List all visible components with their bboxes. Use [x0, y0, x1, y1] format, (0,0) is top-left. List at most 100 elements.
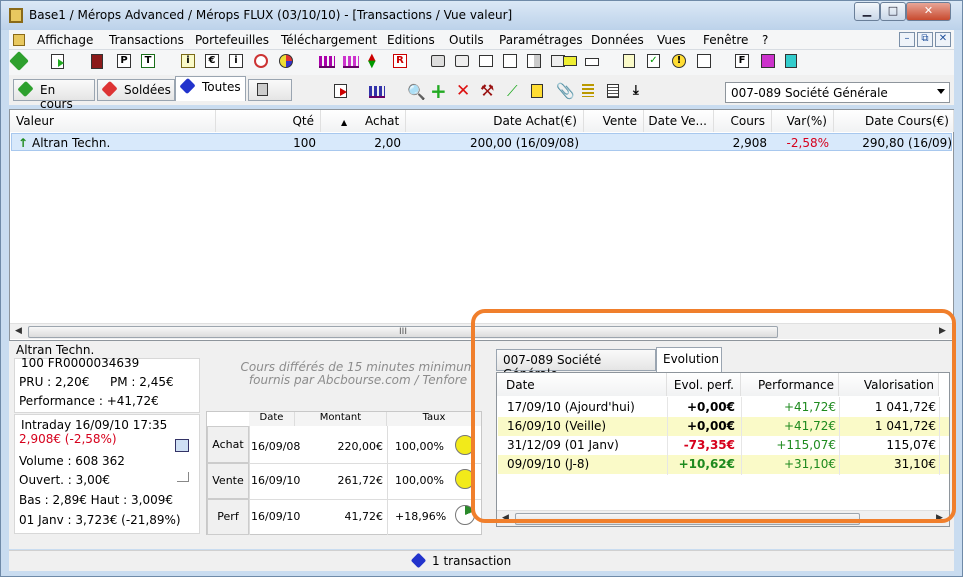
col-valeur[interactable]: Valeur	[10, 110, 216, 132]
summary-header-montant: Montant	[295, 412, 387, 426]
hammer-icon[interactable]: ⚒	[480, 81, 494, 100]
menu-transactions[interactable]: Transactions	[109, 33, 184, 47]
detail-volume: Volume : 608 362	[19, 454, 125, 468]
col-date-achat[interactable]: Date Achat(€)	[406, 110, 584, 132]
transactions-grid: Valeur Qté ▲ Achat Date Achat(€) Vente D…	[9, 109, 954, 341]
calculator-icon[interactable]	[785, 54, 797, 68]
menu-donnees[interactable]: Données	[591, 33, 644, 47]
tab-trash[interactable]	[248, 79, 292, 101]
detail-price: 2,908€ (-2,58%)	[19, 432, 117, 446]
col-achat[interactable]: ▲ Achat	[321, 110, 406, 132]
f-icon[interactable]: F	[735, 54, 749, 68]
add-icon[interactable]: +	[430, 79, 447, 103]
align-icon[interactable]	[582, 84, 594, 97]
warning-icon[interactable]: !	[672, 54, 686, 68]
mdi-minimize-button[interactable]: –	[899, 32, 915, 47]
portfolio-select[interactable]: 007-089 Société Générale	[725, 82, 950, 103]
search-icon[interactable]: 🔍	[407, 83, 426, 101]
summary-cell-date: 16/09/10	[251, 474, 301, 487]
menu-editions[interactable]: Editions	[387, 33, 435, 47]
highlight-callout	[471, 309, 956, 523]
highlight-icon[interactable]	[563, 56, 577, 66]
print-list-icon[interactable]	[479, 55, 493, 67]
info-black-icon[interactable]: i	[229, 54, 243, 68]
menu-fenetre[interactable]: Fenêtre	[703, 33, 748, 47]
cell-achat: 2,00	[374, 136, 401, 150]
menu-affichage[interactable]: Affichage	[37, 33, 93, 47]
pie-chart-icon[interactable]	[279, 54, 293, 68]
col-achat-label: Achat	[364, 114, 400, 128]
magenta-square-icon[interactable]	[761, 54, 775, 68]
col-date-cours[interactable]: Date Cours(€)	[834, 110, 954, 132]
menu-portefeuilles[interactable]: Portefeuilles	[195, 33, 269, 47]
col-vente[interactable]: Vente	[584, 110, 644, 132]
menu-vues[interactable]: Vues	[657, 33, 686, 47]
bar-chart-alt-icon[interactable]	[343, 56, 359, 68]
book-icon[interactable]	[91, 54, 103, 69]
detail-isin: 100 FR0000034639	[21, 356, 140, 370]
col-var[interactable]: Var(%)	[772, 110, 834, 132]
p-icon[interactable]: P	[117, 54, 131, 68]
columns-icon[interactable]	[527, 54, 541, 68]
tab-toutes[interactable]: Toutes	[175, 76, 246, 101]
checklist-icon[interactable]: ✓	[647, 54, 660, 68]
tab-soldees[interactable]: Soldées	[97, 79, 175, 101]
summary-row-label: Vente	[207, 463, 249, 499]
clock-icon[interactable]	[254, 54, 268, 68]
toolbar: P T i € i ▲ ▼ R ✓ ! F	[9, 50, 954, 75]
resize-icon[interactable]	[177, 472, 189, 482]
document-icon[interactable]	[503, 54, 517, 68]
detail-janv: 01 Janv : 3,723€ (-21,89%)	[19, 513, 181, 527]
report-icon[interactable]	[607, 84, 619, 98]
list-icon[interactable]	[697, 54, 711, 68]
delete-icon[interactable]: ✕	[456, 81, 470, 101]
export-icon[interactable]	[51, 54, 64, 69]
stamp-icon[interactable]	[585, 58, 599, 66]
summary-cell-date: 16/09/10	[251, 510, 301, 523]
note-icon[interactable]	[531, 84, 543, 98]
detail-intraday: Intraday 16/09/10 17:35	[21, 418, 168, 432]
attachment-icon[interactable]: 📎	[556, 82, 575, 100]
tab-en-cours[interactable]: En cours	[13, 79, 95, 111]
table-row[interactable]: ↑ Altran Techn. 100 2,00 200,00 (16/09/0…	[11, 133, 952, 151]
tag-icon[interactable]	[9, 51, 29, 71]
col-qte[interactable]: Qté	[216, 110, 321, 132]
notes-icon[interactable]	[623, 54, 635, 68]
bar-chart-icon[interactable]	[319, 56, 335, 68]
download-icon[interactable]: ⤓	[633, 83, 639, 98]
col-cours[interactable]: Cours	[714, 110, 772, 132]
up-down-icon[interactable]: ▲ ▼	[368, 53, 382, 70]
status-text: 1 transaction	[432, 554, 512, 568]
delay-notice-line1: Cours différés de 15 minutes minimum	[240, 360, 476, 374]
refresh-icon[interactable]	[175, 439, 189, 452]
trend-icon[interactable]: ⟋	[507, 82, 518, 100]
cell-var: -2,58%	[786, 136, 829, 150]
menu-outils[interactable]: Outils	[449, 33, 484, 47]
app-icon	[9, 8, 23, 23]
export-action-icon[interactable]	[334, 84, 347, 98]
close-button[interactable]: ✕	[906, 2, 951, 21]
menu-parametrages[interactable]: Paramétrages	[499, 33, 583, 47]
chart-action-icon[interactable]	[369, 86, 385, 98]
tab-soldees-label: Soldées	[124, 83, 171, 97]
title-bar: Base1 / Mérops Advanced / Mérops FLUX (0…	[1, 1, 962, 30]
info-icon[interactable]: i	[181, 54, 195, 68]
col-date-vente[interactable]: Date Ve...	[644, 110, 714, 132]
mdi-restore-button[interactable]: ⧉	[917, 32, 933, 47]
minimize-button[interactable]: ▁	[854, 2, 880, 21]
mdi-close-button[interactable]: ✕	[935, 32, 951, 47]
menu-help[interactable]: ?	[762, 33, 768, 47]
print-preview-icon[interactable]	[455, 55, 469, 67]
scroll-left-icon[interactable]: ◀	[15, 326, 22, 336]
detail-ouvert: Ouvert. : 3,00€	[19, 473, 111, 487]
euro-icon[interactable]: €	[205, 54, 219, 68]
menu-telechargement[interactable]: Téléchargement	[281, 33, 377, 47]
blue-tag-icon	[179, 77, 196, 95]
r-icon[interactable]: R	[393, 54, 407, 68]
maximize-button[interactable]: □	[880, 2, 906, 21]
summary-cell-date: 16/09/08	[251, 440, 301, 453]
print-icon[interactable]	[431, 55, 445, 67]
t-icon[interactable]: T	[141, 54, 155, 68]
green-tag-icon	[17, 80, 34, 98]
summary-cell-taux: 100,00%	[395, 474, 444, 487]
